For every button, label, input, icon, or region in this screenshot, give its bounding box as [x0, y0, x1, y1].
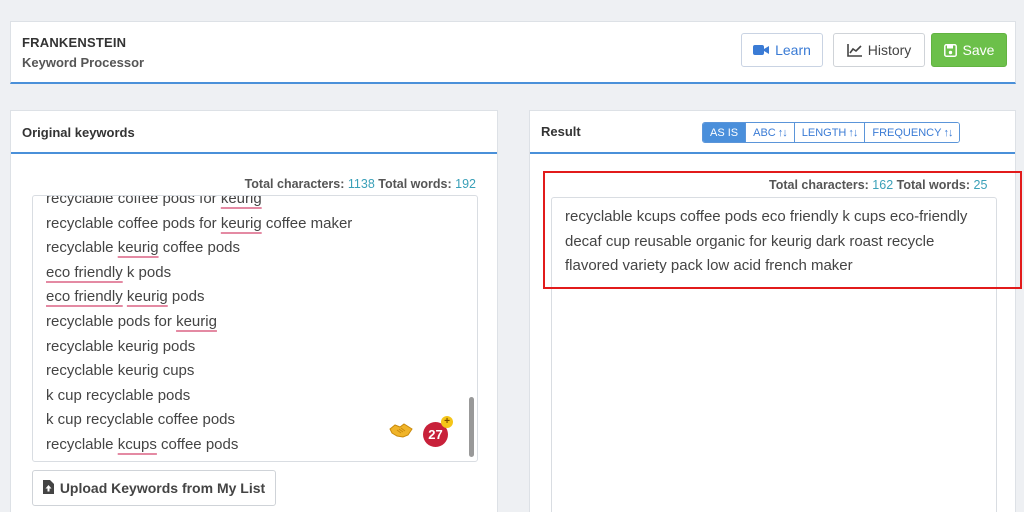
panel-title: Original keywords [22, 125, 135, 140]
save-button[interactable]: Save [931, 33, 1007, 67]
learn-button[interactable]: Learn [741, 33, 823, 67]
keyword-line: recyclable coffee pods for keurig [46, 195, 352, 212]
spellcheck-underline: kcups [117, 435, 157, 453]
floppy-disk-icon [943, 43, 957, 57]
keyword-line: k cup recyclable pods [46, 386, 191, 404]
keyword-line: recyclable keurig pods [46, 337, 196, 355]
upload-label: Upload Keywords from My List [59, 480, 266, 496]
file-upload-icon [42, 479, 54, 497]
sort-arrows-icon: ↑↓ [777, 126, 788, 139]
keyword-line: recyclable keurig coffee pods [46, 239, 241, 257]
sort-arrows-icon: ↑↓ [943, 126, 953, 139]
save-label: Save [962, 42, 995, 58]
sort-arrows-icon: ↑↓ [848, 126, 858, 139]
header-card: FRANKENSTEIN Keyword Processor Learn His… [10, 21, 1016, 84]
line-chart-icon [846, 43, 862, 57]
spellcheck-underline: eco friendly [46, 263, 123, 281]
keyword-line: recyclable pods for keurig [46, 312, 217, 330]
video-camera-icon [753, 44, 770, 56]
keyword-line: recyclable keurig cups [46, 362, 195, 380]
sort-button-group: AS IS ABC ↑↓ LENGTH ↑↓ FREQUENCY ↑↓ [702, 122, 961, 143]
highlight-outline [543, 171, 1022, 289]
sort-abc-button[interactable]: ABC ↑↓ [746, 123, 795, 142]
keyword-stats: Total characters: 1138 Total words: 192 [245, 177, 476, 191]
keywords-textarea[interactable]: recyclable coffee pods for keurig recycla… [32, 195, 478, 462]
sort-label: AS IS [710, 126, 739, 139]
scrollbar[interactable] [469, 397, 474, 457]
spellcheck-underline: eco friendly [46, 288, 123, 306]
sort-length-button[interactable]: LENGTH ↑↓ [794, 123, 866, 142]
handshake-icon [389, 421, 413, 439]
app-title: FRANKENSTEIN [22, 35, 127, 50]
panel-header: Result AS IS ABC ↑↓ LENGTH ↑↓ FREQUENCY … [530, 111, 1015, 154]
keyword-line: k cup recyclable coffee pods [46, 411, 236, 429]
panel-title: Result [541, 124, 581, 139]
keyword-line: eco friendly k pods [46, 263, 172, 281]
learn-label: Learn [775, 42, 811, 58]
spellcheck-underline: keurig [117, 239, 159, 257]
app-subtitle: Keyword Processor [22, 55, 145, 70]
spellcheck-underline: keurig [220, 195, 262, 207]
keyword-line: recyclable coffee pods for keurig coffee… [46, 214, 353, 232]
words-label: Total words: [378, 177, 452, 191]
sort-frequency-button[interactable]: FREQUENCY ↑↓ [865, 123, 960, 142]
spellcheck-underline: keurig [126, 288, 168, 306]
chars-label: Total characters: [244, 177, 345, 191]
keyword-line: recyclable kcups coffee pods [46, 435, 239, 453]
original-keywords-panel: Original keywords Total characters: 1138… [10, 110, 498, 512]
sort-as-is-button[interactable]: AS IS [703, 123, 747, 142]
result-panel: Result AS IS ABC ↑↓ LENGTH ↑↓ FREQUENCY … [529, 110, 1022, 512]
badge-plus-icon: + [441, 416, 453, 428]
panel-header: Original keywords [11, 111, 497, 154]
sort-label: LENGTH [801, 126, 847, 139]
chars-value: 1138 [347, 177, 375, 191]
spellcheck-underline: keurig [176, 312, 217, 330]
history-button[interactable]: History [833, 33, 925, 67]
keyword-list: recyclable coffee pods for keurig recycla… [46, 195, 353, 458]
sort-label: FREQUENCY [872, 126, 942, 139]
keyword-line: eco friendly keurig pods [46, 288, 205, 306]
sort-label: ABC [753, 126, 776, 139]
words-value: 192 [455, 177, 476, 191]
spellcheck-underline: keurig [220, 214, 262, 232]
upload-keywords-button[interactable]: Upload Keywords from My List [32, 470, 276, 506]
history-label: History [867, 42, 912, 58]
